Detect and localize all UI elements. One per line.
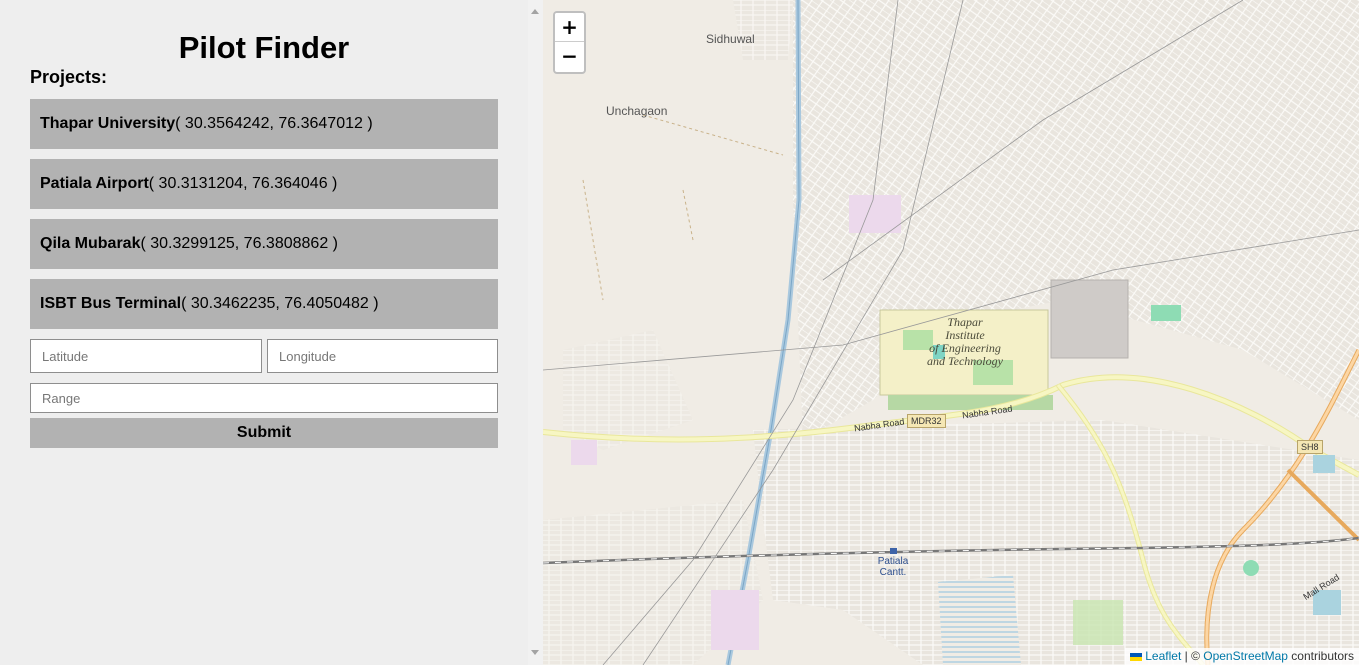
project-name: ISBT Bus Terminal [40,295,182,312]
scroll-down-arrow-icon[interactable] [531,650,539,655]
project-coords: ( 30.3564242, 76.3647012 ) [175,115,373,132]
longitude-input[interactable] [267,339,498,373]
page-title: Pilot Finder [178,30,350,65]
sidebar: Pilot Finder Projects: Thapar University… [0,0,528,665]
map-label-thapar-institute: Thapar Institute of Engineering and Tech… [927,315,1003,368]
project-name: Thapar University [40,115,176,132]
latitude-input[interactable] [30,339,262,373]
attribution-separator: | © [1181,649,1204,663]
map-label-sidhuwal: Sidhuwal [706,32,755,46]
project-name: Patiala Airport [40,175,149,192]
zoom-out-button[interactable]: − [555,42,584,71]
project-card-thapar-university[interactable]: Thapar University ( 30.3564242, 76.36470… [30,99,498,149]
train-station-icon [889,548,897,554]
project-name: Qila Mubarak [40,235,141,252]
map[interactable]: Sidhuwal Unchagaon Thapar Institute of E… [543,0,1359,665]
map-label-unchagaon: Unchagaon [606,104,668,118]
map-shield-mdr32: MDR32 [907,414,946,428]
range-input[interactable] [30,383,498,413]
zoom-control: + − [553,11,586,74]
project-coords: ( 30.3299125, 76.3808862 ) [140,235,338,252]
submit-button[interactable]: Submit [30,418,498,448]
project-card-patiala-airport[interactable]: Patiala Airport ( 30.3131204, 76.364046 … [30,159,498,209]
project-card-isbt-bus-terminal[interactable]: ISBT Bus Terminal ( 30.3462235, 76.40504… [30,279,498,329]
project-coords: ( 30.3462235, 76.4050482 ) [181,295,379,312]
projects-heading: Projects: [30,67,108,87]
ukraine-flag-icon [1130,653,1143,661]
map-attribution: Leaflet | © OpenStreetMap contributors [1125,648,1359,665]
project-card-qila-mubarak[interactable]: Qila Mubarak ( 30.3299125, 76.3808862 ) [30,219,498,269]
sidebar-scrollbar[interactable] [528,0,543,665]
scroll-up-arrow-icon[interactable] [531,9,539,14]
project-coords: ( 30.3131204, 76.364046 ) [148,175,338,192]
attribution-suffix: contributors [1287,649,1354,663]
leaflet-link[interactable]: Leaflet [1145,649,1181,663]
map-label-patiala-cantt: Patiala Cantt. [873,548,913,578]
map-shield-sh8: SH8 [1297,440,1323,454]
zoom-in-button[interactable]: + [555,13,584,42]
openstreetmap-link[interactable]: OpenStreetMap [1203,649,1288,663]
